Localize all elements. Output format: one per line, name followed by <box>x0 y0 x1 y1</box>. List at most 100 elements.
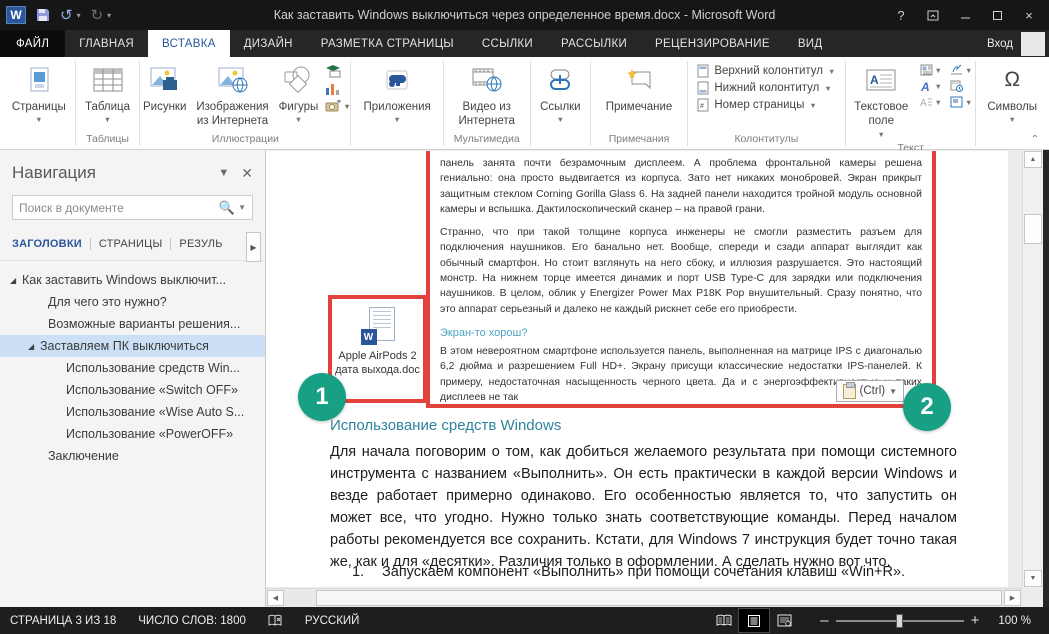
collapse-ribbon-icon[interactable]: ⌃ <box>1031 134 1039 145</box>
print-layout-icon[interactable] <box>739 609 769 632</box>
header-button[interactable]: Верхний колонтитул ▼ <box>697 64 835 78</box>
scroll-up-icon[interactable]: ▲ <box>1024 151 1042 168</box>
document-page[interactable]: панель занята почти безрамочным дисплеем… <box>266 151 1008 587</box>
header-icon <box>697 64 709 78</box>
page-indicator[interactable]: СТРАНИЦА 3 ИЗ 18 <box>10 615 116 627</box>
collapse-triangle-icon[interactable]: ◢ <box>10 276 22 285</box>
pictures-button[interactable]: Рисунки <box>138 60 191 116</box>
tab-page-layout[interactable]: РАЗМЕТКА СТРАНИЦЫ <box>307 30 468 57</box>
object-button[interactable]: ▼ <box>950 96 972 108</box>
tab-view[interactable]: ВИД <box>784 30 837 57</box>
ribbon: Страницы ▼ Таблица ▼ Таблицы <box>0 57 1049 150</box>
zoom-slider[interactable] <box>836 620 964 622</box>
dropdown-arrow-icon: ▼ <box>824 84 831 93</box>
apps-button[interactable]: Приложения ▼ <box>358 60 435 127</box>
navigation-pane: Навигация ▼ ✕ 🔍 ▼ ЗАГОЛОВКИ СТРАНИЦЫ РЕЗ… <box>0 150 266 607</box>
links-button[interactable]: Ссылки ▼ <box>535 60 586 127</box>
svg-text:A: A <box>870 73 879 87</box>
vertical-scrollbar[interactable]: ▲ ▼ <box>1022 150 1043 588</box>
nav-heading-item[interactable]: Использование средств Win... <box>0 357 265 379</box>
apps-icon <box>384 62 410 98</box>
tab-review[interactable]: РЕЦЕНЗИРОВАНИЕ <box>641 30 784 57</box>
tab-references[interactable]: ССЫЛКИ <box>468 30 547 57</box>
read-mode-icon[interactable] <box>709 609 739 632</box>
tab-file[interactable]: ФАЙЛ <box>0 30 65 57</box>
group-label-illustrations: Иллюстрации <box>141 132 349 149</box>
minimize-button[interactable] <box>951 4 979 26</box>
close-button[interactable]: × <box>1015 4 1043 26</box>
document-area: панель занята почти безрамочным дисплеем… <box>266 150 1049 607</box>
undo-icon[interactable]: ↺ <box>60 8 73 23</box>
search-input[interactable] <box>19 201 216 215</box>
callout-badge-2: 2 <box>903 383 951 431</box>
drop-cap-button[interactable]: A ▼ <box>920 96 942 108</box>
chart-button[interactable] <box>325 82 350 96</box>
nav-heading-item[interactable]: Заключение <box>0 445 265 467</box>
symbols-button[interactable]: Ω Символы ▼ <box>982 60 1042 127</box>
nav-close-icon[interactable]: ✕ <box>241 165 253 182</box>
nav-heading-item[interactable]: ◢Как заставить Windows выключит... <box>0 269 265 291</box>
footer-button[interactable]: Нижний колонтитул ▼ <box>697 81 835 95</box>
paste-options-button[interactable]: (Ctrl) ▼ <box>836 380 904 402</box>
screenshot-button[interactable]: ▼ <box>325 100 350 112</box>
scroll-right-icon[interactable]: ▶ <box>1004 590 1021 606</box>
nav-tab-pages[interactable]: СТРАНИЦЫ <box>99 238 171 250</box>
wordart-button[interactable]: A ▼ <box>920 80 942 92</box>
ribbon-group-media: Видео из Интернета Мультимедиа <box>445 58 529 149</box>
tab-insert[interactable]: ВСТАВКА <box>148 30 230 57</box>
nav-heading-item[interactable]: Для чего это нужно? <box>0 291 265 313</box>
quick-parts-button[interactable]: ▼ <box>920 64 942 76</box>
zoom-level[interactable]: 100 % <box>998 615 1031 627</box>
nav-heading-item[interactable]: Использование «PowerOFF» <box>0 423 265 445</box>
smartart-button[interactable] <box>325 64 350 78</box>
search-icon[interactable]: 🔍 <box>219 200 235 216</box>
zoom-out-button[interactable]: – <box>813 612 835 629</box>
tab-design[interactable]: ДИЗАЙН <box>230 30 307 57</box>
dropdown-arrow-icon: ▼ <box>878 130 885 139</box>
horizontal-scrollbar[interactable]: ◀ ▶ <box>266 588 1022 607</box>
web-layout-icon[interactable] <box>769 609 799 632</box>
zoom-in-button[interactable]: + <box>964 612 987 629</box>
scroll-down-icon[interactable]: ▼ <box>1024 570 1042 587</box>
window-edge <box>1043 150 1049 607</box>
shapes-button[interactable]: Фигуры ▼ <box>274 60 324 127</box>
language-indicator[interactable]: РУССКИЙ <box>305 615 360 627</box>
nav-options-dropdown-icon[interactable]: ▼ <box>218 167 229 179</box>
comment-button[interactable]: Примечание <box>601 60 678 116</box>
qat-customize-icon[interactable]: ▾ <box>107 11 111 20</box>
sign-in-area[interactable]: Вход <box>987 30 1049 57</box>
zoom-slider-thumb[interactable] <box>896 614 903 628</box>
horizontal-scroll-thumb[interactable] <box>316 590 1002 606</box>
search-dropdown-icon[interactable]: ▼ <box>238 203 246 212</box>
nav-tab-headings[interactable]: ЗАГОЛОВКИ <box>12 238 90 250</box>
tab-mailings[interactable]: РАССЫЛКИ <box>547 30 641 57</box>
undo-dropdown-icon[interactable]: ▾ <box>77 11 81 20</box>
ribbon-display-options-button[interactable] <box>919 4 947 26</box>
nav-heading-item[interactable]: Возможные варианты решения... <box>0 313 265 335</box>
pages-button[interactable]: Страницы ▼ <box>7 60 71 127</box>
textbox-button[interactable]: A Текстовое поле ▼ <box>847 60 916 141</box>
word-count[interactable]: ЧИСЛО СЛОВ: 1800 <box>138 615 246 627</box>
help-button[interactable]: ? <box>887 4 915 26</box>
proofing-errors-icon[interactable] <box>268 614 283 627</box>
nav-heading-item-selected[interactable]: ◢Заставляем ПК выключиться <box>0 335 265 357</box>
save-icon[interactable] <box>36 8 50 22</box>
page-number-button[interactable]: # Номер страницы ▼ <box>697 98 835 112</box>
svg-text:#: # <box>700 103 704 110</box>
tab-home[interactable]: ГЛАВНАЯ <box>65 30 148 57</box>
nav-heading-item[interactable]: Использование «Wise Auto S... <box>0 401 265 423</box>
nav-heading-item[interactable]: Использование «Switch OFF» <box>0 379 265 401</box>
table-button[interactable]: Таблица ▼ <box>80 60 135 127</box>
nav-tabs-overflow-button[interactable]: ▶ <box>246 232 261 262</box>
date-time-button[interactable] <box>950 80 972 92</box>
online-pictures-button[interactable]: Изображения из Интернета <box>191 60 273 131</box>
scroll-left-icon[interactable]: ◀ <box>267 590 284 606</box>
nav-tab-results[interactable]: РЕЗУЛЬ <box>179 238 223 250</box>
word-document-icon[interactable]: W <box>361 307 395 347</box>
maximize-button[interactable] <box>983 4 1011 26</box>
window-controls: ? × <box>887 4 1043 26</box>
online-video-button[interactable]: Видео из Интернета <box>445 60 529 131</box>
vertical-scroll-thumb[interactable] <box>1024 214 1042 244</box>
collapse-triangle-icon[interactable]: ◢ <box>28 342 40 351</box>
signature-line-button[interactable]: ▼ <box>950 64 972 76</box>
